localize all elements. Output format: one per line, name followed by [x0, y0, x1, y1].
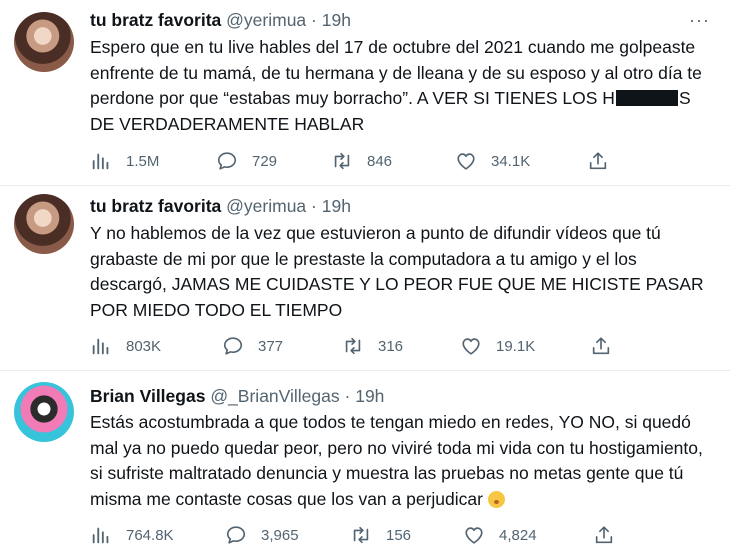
heart-icon [455, 150, 477, 172]
heart-icon [460, 335, 482, 357]
analytics-icon [90, 524, 112, 546]
retweet-button[interactable]: 156 [350, 524, 411, 546]
analytics-icon [90, 335, 112, 357]
more-options-icon[interactable]: ··· [689, 10, 710, 31]
reply-icon [225, 524, 247, 546]
timestamp[interactable]: 19h [355, 386, 384, 406]
shushing-face-emoji [487, 490, 505, 508]
views-count: 764.8K [126, 526, 174, 544]
reply-icon [222, 335, 244, 357]
reply-count: 729 [252, 152, 278, 170]
like-count: 19.1K [496, 337, 536, 355]
views-count: 803K [126, 337, 162, 355]
tweet-header: tu bratz favorita @yerimua · 19h [90, 10, 351, 31]
like-button[interactable]: 19.1K [460, 335, 535, 357]
tweet-text: Y no hablemos de la vez que estuvieron a… [90, 223, 704, 320]
avatar[interactable] [14, 12, 74, 72]
analytics-icon [90, 150, 112, 172]
like-count: 34.1K [491, 152, 531, 170]
author-name[interactable]: tu bratz favorita [90, 196, 221, 216]
avatar[interactable] [14, 382, 74, 442]
like-button[interactable]: 4,824 [463, 524, 537, 546]
redaction-bar [615, 90, 678, 106]
retweet-count: 846 [367, 152, 393, 170]
reply-icon [216, 150, 238, 172]
timestamp[interactable]: 19h [322, 10, 351, 30]
like-button[interactable]: 34.1K [455, 150, 530, 172]
retweet-icon [350, 524, 372, 546]
author-handle[interactable]: @yerimua [226, 10, 306, 30]
divider [0, 370, 730, 371]
reply-button[interactable]: 377 [222, 335, 283, 357]
views-button[interactable]: 803K [90, 335, 161, 357]
tweet-text-part: Espero que en tu live hables del 17 de o… [90, 37, 702, 108]
heart-icon [463, 524, 485, 546]
retweet-count: 316 [378, 337, 404, 355]
action-bar: 1.5M 729 846 34.1K [0, 150, 730, 174]
retweet-count: 156 [386, 526, 412, 544]
tweet-text: Estás acostumbrada a que todos te tengan… [90, 410, 715, 512]
divider [0, 185, 730, 186]
views-button[interactable]: 1.5M [90, 150, 159, 172]
author-handle[interactable]: @yerimua [226, 196, 306, 216]
reply-count: 377 [258, 337, 284, 355]
share-icon [593, 524, 615, 546]
tweet-text-part: Estás acostumbrada a que todos te tengan… [90, 412, 703, 509]
tweet-text: Espero que en tu live hables del 17 de o… [90, 35, 715, 137]
author-handle[interactable]: @_BrianVillegas [210, 386, 339, 406]
avatar[interactable] [14, 194, 74, 254]
separator-dot: · [311, 10, 317, 30]
views-count: 1.5M [126, 152, 160, 170]
views-button[interactable]: 764.8K [90, 524, 174, 546]
separator-dot: · [344, 386, 351, 406]
action-bar: 803K 377 316 19.1K [0, 335, 730, 359]
reply-count: 3,965 [261, 526, 299, 544]
share-icon [587, 150, 609, 172]
separator-dot: · [311, 196, 317, 216]
retweet-icon [331, 150, 353, 172]
author-name[interactable]: Brian Villegas [90, 386, 205, 406]
tweet-header: tu bratz favorita @yerimua · 19h [90, 196, 351, 217]
share-icon [590, 335, 612, 357]
like-count: 4,824 [499, 526, 537, 544]
share-button[interactable] [593, 524, 615, 546]
retweet-button[interactable]: 846 [331, 150, 392, 172]
share-button[interactable] [590, 335, 612, 357]
reply-button[interactable]: 729 [216, 150, 277, 172]
action-bar: 764.8K 3,965 156 4,824 [0, 524, 730, 548]
timestamp[interactable]: 19h [322, 196, 351, 216]
retweet-button[interactable]: 316 [342, 335, 403, 357]
tweet-header: Brian Villegas @_BrianVillegas · 19h [90, 386, 384, 407]
reply-button[interactable]: 3,965 [225, 524, 299, 546]
share-button[interactable] [587, 150, 609, 172]
retweet-icon [342, 335, 364, 357]
author-name[interactable]: tu bratz favorita [90, 10, 221, 30]
